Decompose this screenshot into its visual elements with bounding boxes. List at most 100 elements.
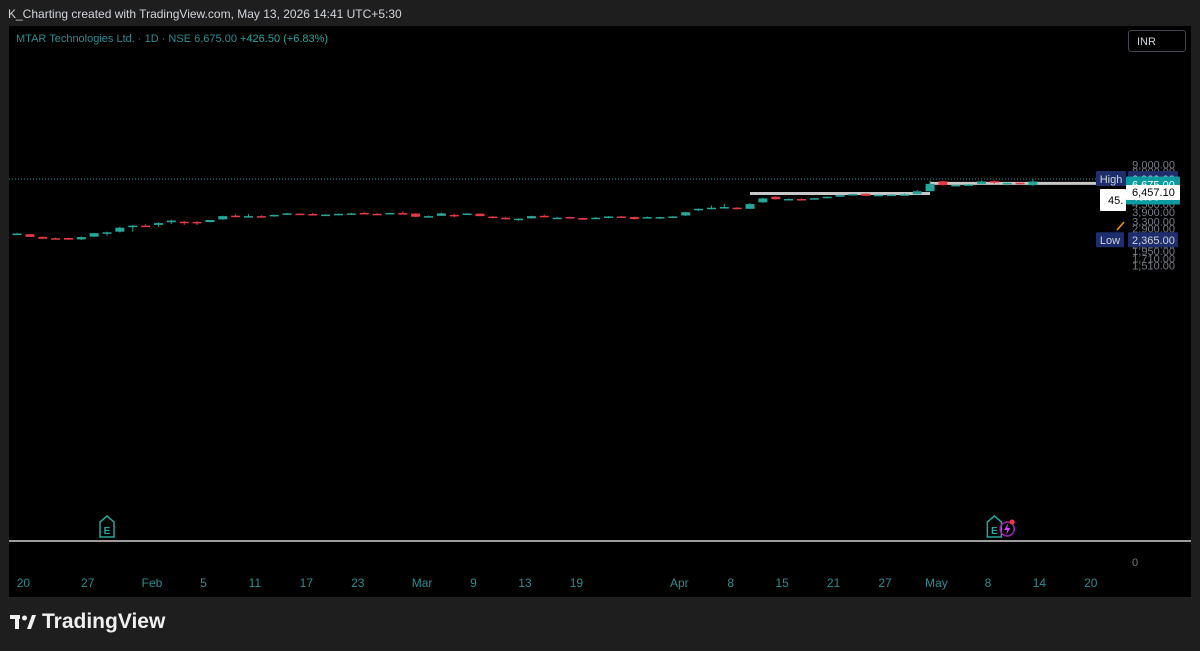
- candle: [436, 212, 446, 217]
- x-tick-label: 27: [878, 576, 892, 590]
- candle: [12, 232, 22, 236]
- candle: [128, 224, 138, 232]
- x-tick-label: 9: [470, 576, 477, 590]
- dividend-marker-bolt: [1004, 523, 1011, 535]
- candle-body: [822, 196, 832, 199]
- candle-body: [372, 213, 382, 216]
- candle: [269, 214, 279, 217]
- partial-tag: 45.: [1100, 189, 1126, 211]
- candle-body: [179, 221, 189, 224]
- candle: [411, 213, 421, 218]
- candle: [192, 221, 202, 225]
- candle: [938, 180, 948, 186]
- candle-body: [719, 207, 729, 209]
- candle-body: [771, 196, 781, 200]
- candle-body: [616, 216, 626, 218]
- candle-body: [578, 218, 588, 220]
- candle: [359, 211, 369, 215]
- price-axis: 1,510.001,710.001,950.002,200.002,500.00…: [1132, 160, 1175, 569]
- candle-body: [192, 221, 202, 224]
- candle-body: [205, 220, 215, 223]
- footer: [0, 597, 1200, 651]
- candle-body: [153, 223, 163, 225]
- symbol-title: MTAR Technologies Ltd. · 1D · NSE: [16, 33, 192, 45]
- candle: [758, 197, 768, 203]
- candle: [1002, 182, 1012, 186]
- brand-name: TradingView: [42, 610, 166, 633]
- x-tick-label: 23: [351, 576, 365, 590]
- candle: [874, 194, 884, 197]
- candle-body: [1015, 182, 1025, 185]
- candle: [321, 214, 331, 217]
- candle: [372, 212, 382, 216]
- candle: [385, 212, 395, 215]
- candle-body: [642, 217, 652, 219]
- candle: [308, 212, 318, 216]
- tradingview-logo[interactable]: TradingView: [10, 610, 165, 634]
- candle-body: [989, 181, 999, 183]
- candle: [205, 220, 215, 223]
- x-tick-label: 11: [249, 576, 262, 590]
- candle: [771, 196, 781, 200]
- candle: [655, 216, 665, 220]
- partial-label: 45.: [1108, 195, 1123, 207]
- x-tick-label: 17: [300, 576, 314, 590]
- candle-body: [835, 195, 845, 197]
- candle-body: [501, 217, 511, 220]
- candle-body: [424, 216, 434, 218]
- candle-body: [346, 213, 356, 215]
- candle: [732, 207, 742, 210]
- candle: [153, 222, 163, 227]
- candle-body: [38, 236, 48, 239]
- candle-body: [925, 183, 935, 192]
- candle: [591, 217, 601, 220]
- candle-body: [166, 220, 176, 223]
- candle-body: [436, 213, 446, 216]
- y-tick-label: 9,000.00: [1132, 160, 1175, 172]
- candle-body: [694, 208, 704, 211]
- x-tick-label: 19: [570, 576, 584, 590]
- candle: [719, 204, 729, 209]
- x-tick-label: 5: [200, 576, 207, 590]
- x-tick-label: 21: [827, 576, 841, 590]
- candle-body: [269, 214, 279, 217]
- high-label: High: [1100, 174, 1123, 186]
- low-value: 2,365.00: [1132, 235, 1175, 247]
- dividend-marker-icon: [999, 519, 1015, 537]
- candle: [398, 211, 408, 215]
- x-tick-label: 27: [81, 576, 95, 590]
- x-tick-label: 15: [775, 576, 789, 590]
- candle: [951, 184, 961, 187]
- x-tick-label: 8: [985, 576, 992, 590]
- candle: [578, 217, 588, 221]
- candle-body: [334, 213, 343, 216]
- candle: [346, 212, 356, 215]
- candlestick-chart[interactable]: 1,510.001,710.001,950.002,200.002,500.00…: [0, 0, 1200, 597]
- candle-body: [951, 184, 961, 187]
- candle-body: [282, 213, 292, 215]
- candle-body: [462, 213, 472, 216]
- candle: [295, 213, 305, 216]
- candle: [912, 189, 922, 195]
- candle: [514, 218, 524, 221]
- candle: [604, 216, 614, 219]
- candle-body: [809, 198, 819, 200]
- candle: [565, 216, 575, 219]
- candle-body: [732, 207, 742, 210]
- candle-body: [552, 217, 562, 220]
- candle-body: [398, 213, 408, 215]
- candle: [552, 217, 562, 220]
- x-tick-label: Feb: [142, 576, 163, 590]
- candle: [706, 205, 716, 210]
- symbol-legend[interactable]: MTAR Technologies Ltd. · 1D · NSE 6,675.…: [16, 33, 328, 45]
- price-change: +426.50 (+6.83%): [240, 33, 329, 45]
- candle-body: [308, 213, 318, 216]
- candle-body: [848, 194, 858, 196]
- candle: [282, 212, 292, 215]
- currency-button[interactable]: INR: [1128, 30, 1186, 52]
- candle-body: [128, 225, 138, 228]
- candle: [76, 236, 86, 241]
- candle: [231, 214, 241, 218]
- candle: [526, 215, 536, 219]
- candle-body: [706, 207, 716, 210]
